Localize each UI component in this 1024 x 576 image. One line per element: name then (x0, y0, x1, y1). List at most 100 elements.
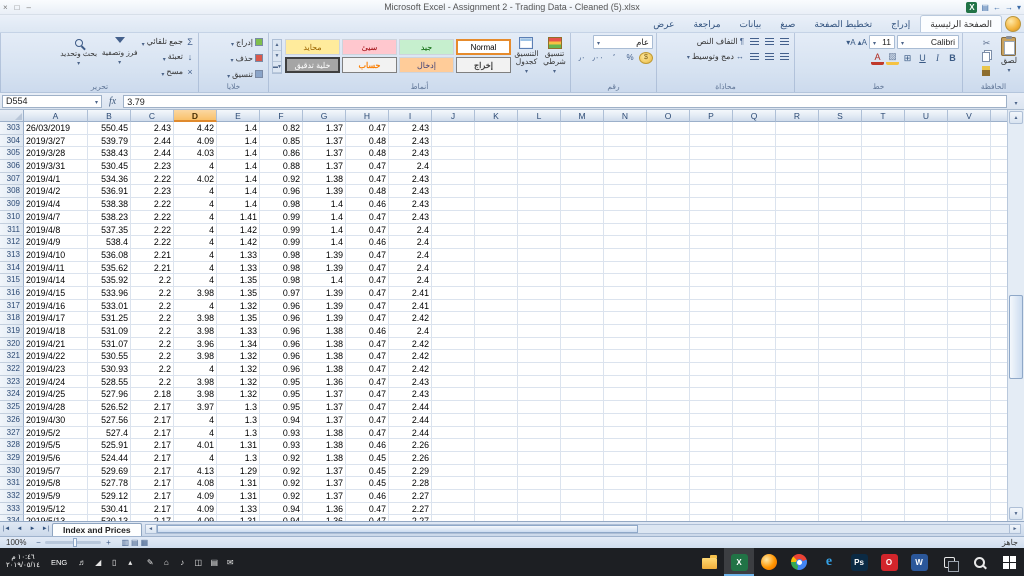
cell-G303[interactable]: 1.37 (303, 122, 346, 135)
borders-button[interactable]: ⊞ (901, 51, 914, 65)
cell-V322[interactable] (948, 363, 991, 376)
cell-V331[interactable] (948, 477, 991, 490)
cell-Q332[interactable] (733, 490, 776, 503)
cell-H312[interactable]: 0.46 (346, 236, 389, 249)
cell-F333[interactable]: 0.94 (260, 503, 303, 516)
align-bottom-button[interactable] (748, 35, 761, 48)
cell-J320[interactable] (432, 338, 475, 351)
cell-I303[interactable]: 2.43 (389, 122, 432, 135)
cell-Q304[interactable] (733, 135, 776, 148)
tab-formulas[interactable]: صيغ (771, 16, 804, 32)
cell-I316[interactable]: 2.41 (389, 287, 432, 300)
cell-J318[interactable] (432, 312, 475, 325)
row-header-323[interactable]: 323 (0, 376, 24, 389)
last-sheet-button[interactable]: ►| (39, 522, 52, 537)
cell-F314[interactable]: 0.98 (260, 262, 303, 275)
scroll-left-button[interactable]: ◄ (146, 525, 157, 533)
cell-E321[interactable]: 1.32 (217, 350, 260, 363)
cell-M304[interactable] (561, 135, 604, 148)
align-center-button[interactable] (763, 50, 776, 63)
cell-I315[interactable]: 2.4 (389, 274, 432, 287)
cell-P325[interactable] (690, 401, 733, 414)
cell-S323[interactable] (819, 376, 862, 389)
tab-home[interactable]: الصفحة الرئيسية (920, 15, 1002, 32)
cell-T329[interactable] (862, 452, 905, 465)
cell-Q328[interactable] (733, 439, 776, 452)
column-header-i[interactable]: I (389, 110, 432, 122)
cell-H330[interactable]: 0.45 (346, 465, 389, 478)
cell-W310[interactable] (991, 211, 1007, 224)
cell-C330[interactable]: 2.17 (131, 465, 174, 478)
cell-L332[interactable] (518, 490, 561, 503)
cell-N305[interactable] (604, 147, 647, 160)
cell-S319[interactable] (819, 325, 862, 338)
row-header-316[interactable]: 316 (0, 287, 24, 300)
cell-J325[interactable] (432, 401, 475, 414)
cell-U314[interactable] (905, 262, 948, 275)
cell-R322[interactable] (776, 363, 819, 376)
cell-K320[interactable] (475, 338, 518, 351)
cell-C306[interactable]: 2.23 (131, 160, 174, 173)
cell-S314[interactable] (819, 262, 862, 275)
cell-P323[interactable] (690, 376, 733, 389)
cell-D324[interactable]: 3.98 (174, 388, 217, 401)
cell-F327[interactable]: 0.93 (260, 427, 303, 440)
fill-color-button[interactable]: ▨ (886, 52, 899, 65)
cell-L308[interactable] (518, 185, 561, 198)
cell-C312[interactable]: 2.22 (131, 236, 174, 249)
cell-P306[interactable] (690, 160, 733, 173)
cell-E322[interactable]: 1.32 (217, 363, 260, 376)
cell-A309[interactable]: 2019/4/4 (24, 198, 88, 211)
row-header-317[interactable]: 317 (0, 300, 24, 313)
cell-E316[interactable]: 1.35 (217, 287, 260, 300)
cell-G324[interactable]: 1.37 (303, 388, 346, 401)
cell-Q305[interactable] (733, 147, 776, 160)
column-header-w[interactable]: W (991, 110, 1007, 122)
fill-button[interactable]: ↓تعبئة (142, 50, 195, 63)
page-break-view-button[interactable]: ▥ (120, 538, 130, 547)
cell-T312[interactable] (862, 236, 905, 249)
cell-style-normal[interactable]: Normal (456, 39, 511, 55)
cell-J316[interactable] (432, 287, 475, 300)
cell-C318[interactable]: 2.2 (131, 312, 174, 325)
taskbar-task-view-button[interactable] (934, 548, 964, 576)
cell-K327[interactable] (475, 427, 518, 440)
cell-B306[interactable]: 530.45 (88, 160, 131, 173)
cell-V315[interactable] (948, 274, 991, 287)
cell-G309[interactable]: 1.4 (303, 198, 346, 211)
cell-M314[interactable] (561, 262, 604, 275)
cell-F307[interactable]: 0.92 (260, 173, 303, 186)
cell-T313[interactable] (862, 249, 905, 262)
cell-H305[interactable]: 0.48 (346, 147, 389, 160)
cell-J331[interactable] (432, 477, 475, 490)
cell-U328[interactable] (905, 439, 948, 452)
cell-T306[interactable] (862, 160, 905, 173)
cell-U307[interactable] (905, 173, 948, 186)
cell-A310[interactable]: 2019/4/7 (24, 211, 88, 224)
insert-cells-button[interactable]: إدراج (229, 35, 265, 49)
cell-O327[interactable] (647, 427, 690, 440)
cell-R320[interactable] (776, 338, 819, 351)
cell-B314[interactable]: 535.62 (88, 262, 131, 275)
cell-H316[interactable]: 0.47 (346, 287, 389, 300)
cell-O311[interactable] (647, 224, 690, 237)
cell-W312[interactable] (991, 236, 1007, 249)
cell-H321[interactable]: 0.47 (346, 350, 389, 363)
cell-N324[interactable] (604, 388, 647, 401)
cell-O313[interactable] (647, 249, 690, 262)
vertical-scrollbar[interactable]: ▲ ▼ (1007, 110, 1024, 521)
cell-J306[interactable] (432, 160, 475, 173)
gallery-up-icon[interactable] (273, 40, 281, 51)
cell-C333[interactable]: 2.17 (131, 503, 174, 516)
cell-S303[interactable] (819, 122, 862, 135)
cell-E328[interactable]: 1.31 (217, 439, 260, 452)
cell-B323[interactable]: 528.55 (88, 376, 131, 389)
cell-K306[interactable] (475, 160, 518, 173)
cell-K332[interactable] (475, 490, 518, 503)
cell-J330[interactable] (432, 465, 475, 478)
cell-B332[interactable]: 529.12 (88, 490, 131, 503)
cell-K330[interactable] (475, 465, 518, 478)
cell-G331[interactable]: 1.37 (303, 477, 346, 490)
cell-H303[interactable]: 0.47 (346, 122, 389, 135)
cell-L329[interactable] (518, 452, 561, 465)
